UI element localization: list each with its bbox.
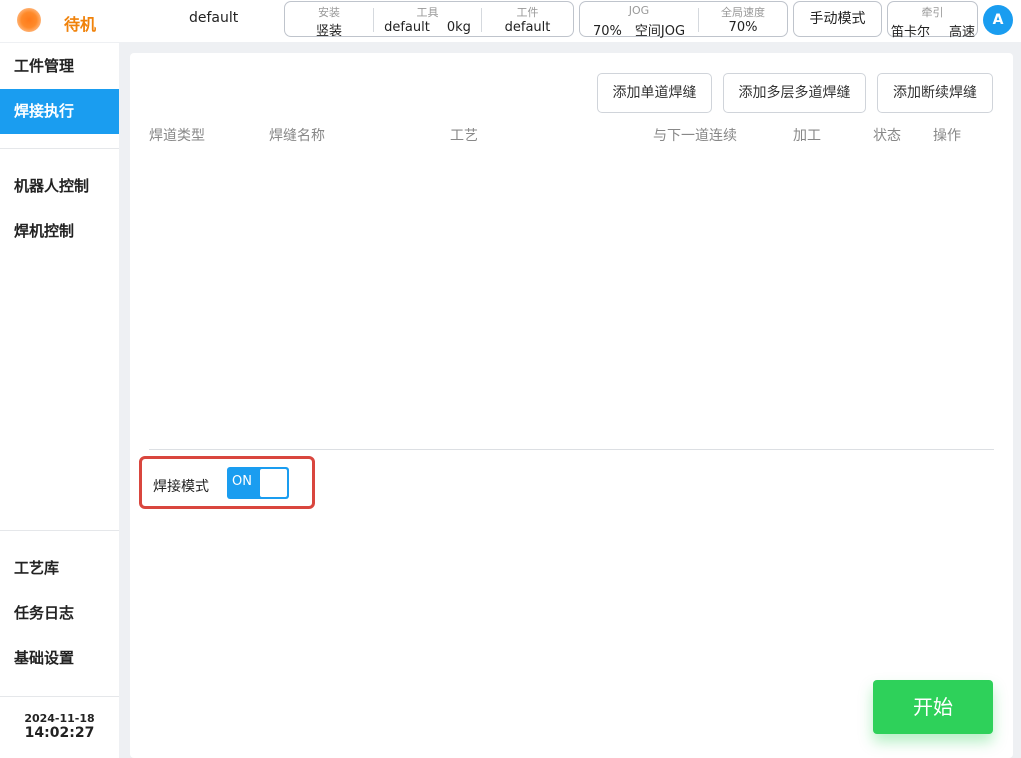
install-info: 安装 竖装 [285,2,373,39]
jog-value: 70% 空间JOG [580,20,698,39]
jog-mode: 空间JOG [634,24,686,39]
traction-speed: 高速 [948,25,975,40]
sidebar-divider [0,696,119,697]
motion-info-panel[interactable]: JOG 70% 空间JOG 全局速度 70% [579,1,788,39]
weld-execution-panel: 添加单道焊缝 添加多层多道焊缝 添加断续焊缝 焊道类型 焊缝名称 工艺 与下一道… [130,53,1013,758]
traction-label: 牵引 [921,6,944,19]
workpiece-value: default [504,20,551,35]
column-header: 加工 [793,128,821,144]
column-header: 与下一道连续 [653,128,737,144]
nav-task-log[interactable]: 任务日志 [0,591,119,636]
global-speed-value: 70% [728,20,758,35]
config-info-panel[interactable]: 安装 竖装 工具 default 0kg 工件 default [284,1,574,39]
tool-weight: 0kg [446,20,471,35]
weld-mode-toggle[interactable]: ON [227,467,289,499]
nav-process-library[interactable]: 工艺库 [0,546,119,591]
global-speed-info: 全局速度 70% [699,2,787,36]
nav-welding-execution[interactable]: 焊接执行 [0,89,119,134]
toggle-state-text: ON [232,474,252,489]
weld-mode-label: 焊接模式 [153,479,209,495]
column-header: 焊缝名称 [269,128,325,144]
tool-value: default 0kg [374,20,481,35]
jog-info: JOG 70% 空间JOG [580,2,698,39]
start-button[interactable]: 开始 [873,680,993,734]
workpiece-info: 工件 default [482,2,573,36]
nav-basic-settings[interactable]: 基础设置 [0,636,119,681]
jog-label: JOG [628,4,650,17]
sidebar: 工件管理 焊接执行 机器人控制 焊机控制 工艺库 任务日志 基础设置 2024-… [0,43,119,758]
add-multilayer-weld-button[interactable]: 添加多层多道焊缝 [723,73,866,113]
add-single-weld-button[interactable]: 添加单道焊缝 [597,73,712,113]
nav-workpiece-management[interactable]: 工件管理 [0,44,119,89]
current-date: 2024-11-18 [24,712,95,725]
column-header: 操作 [933,128,961,144]
current-time: 14:02:27 [24,725,95,741]
column-header: 工艺 [450,128,478,144]
sidebar-divider [0,530,119,531]
jog-percent: 70% [592,24,622,39]
program-name[interactable]: default [189,10,238,26]
add-intermittent-weld-button[interactable]: 添加断续焊缝 [877,73,993,113]
tool-info: 工具 default 0kg [374,2,481,36]
workpiece-label: 工件 [516,6,539,19]
user-avatar[interactable]: A [983,5,1013,35]
install-value: 竖装 [315,24,342,39]
table-divider [149,449,994,450]
tool-label: 工具 [416,6,439,19]
manual-mode-button[interactable]: 手动模式 [793,1,882,37]
traction-coord: 笛卡尔 [891,25,931,40]
install-label: 安装 [318,6,340,19]
traction-panel[interactable]: 牵引 笛卡尔 高速 [887,1,978,40]
nav-welder-control[interactable]: 焊机控制 [0,209,119,254]
top-bar: 待机 default 安装 竖装 工具 default 0kg 工件 defaul… [0,0,1021,42]
robot-status: 待机 [64,15,97,34]
weld-mode-highlight: 焊接模式 ON [139,456,315,509]
global-speed-label: 全局速度 [721,6,765,19]
tool-name: default [384,20,430,35]
column-header: 焊道类型 [149,128,205,144]
toggle-knob [260,469,287,497]
sidebar-divider [0,148,119,149]
status-dot-icon [17,8,41,32]
nav-robot-control[interactable]: 机器人控制 [0,164,119,209]
column-header: 状态 [873,128,901,144]
